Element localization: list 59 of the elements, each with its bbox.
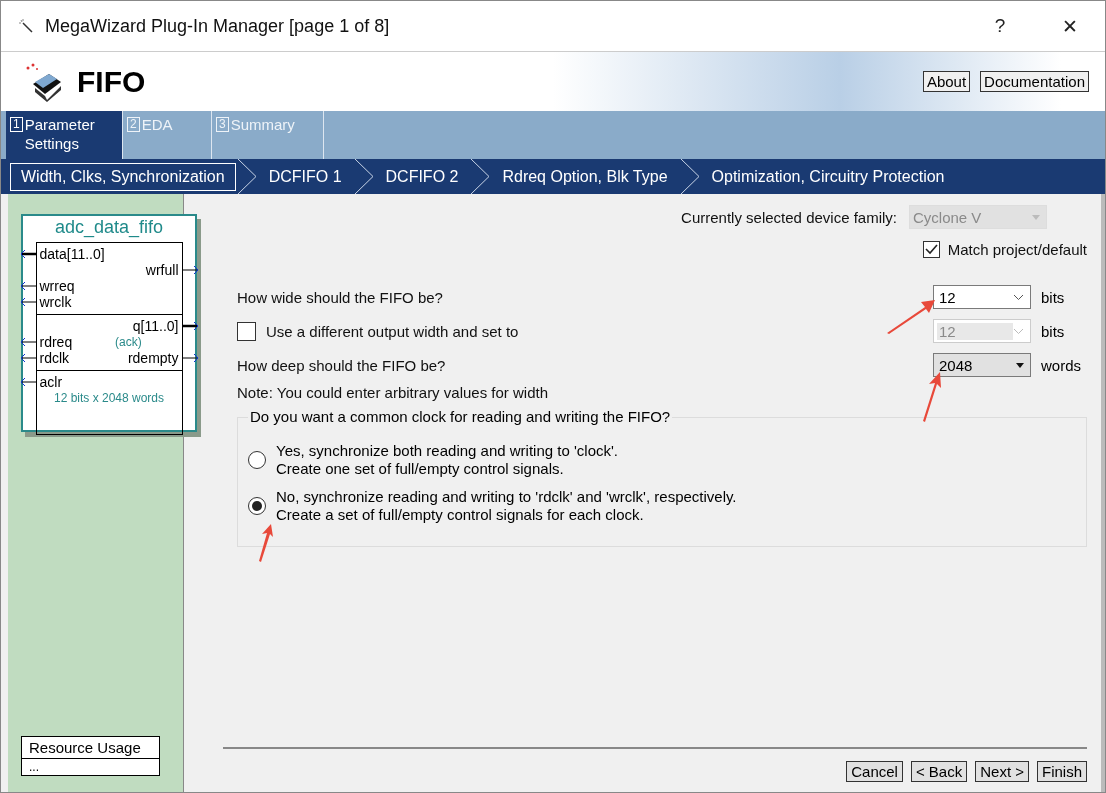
wizard-button[interactable]: Next >: [975, 761, 1029, 782]
field-label: How wide should the FIFO be?: [237, 288, 443, 306]
option-text: Yes, synchronize both reading and writing to 'clock'. Create one set of full/empty control signals.: [276, 442, 619, 478]
field-label: Use a different output width and set to: [266, 322, 519, 340]
help-button[interactable]: ?: [965, 1, 1035, 51]
close-button[interactable]: ✕: [1035, 1, 1105, 51]
checkbox[interactable]: [922, 240, 940, 258]
resource-usage-value: ...: [28, 759, 40, 775]
pin-label: aclr: [38, 374, 64, 390]
annotation-arrow: [885, 299, 937, 335]
magic-wand-icon: [19, 19, 33, 33]
chevron-right-icon: [678, 159, 701, 194]
pin-label: wrreq: [38, 278, 76, 294]
wizard-step[interactable]: DCFIFO 2: [374, 162, 470, 191]
window-title: MegaWizard Plug-In Manager [page 1 of 8]: [45, 15, 391, 37]
note-text: Note: You could enter arbitrary values for width: [237, 384, 549, 401]
pin-label: wrclk: [38, 294, 73, 310]
symbol-note: 12 bits x 2048 words: [52, 391, 166, 405]
wizard-step[interactable]: Optimization, Circuitry Protection: [700, 162, 956, 191]
chevron-right-icon: [235, 159, 258, 194]
unit-label: words: [1041, 356, 1082, 374]
pin-label: wrfull: [144, 262, 180, 278]
dropdown-field[interactable]: 2048: [933, 353, 1031, 377]
combo-field[interactable]: 12: [933, 285, 1031, 309]
unit-label: bits: [1041, 322, 1066, 340]
wizard-button[interactable]: < Back: [910, 761, 968, 782]
field-label: Currently selected device family:: [681, 208, 897, 226]
page-title: FIFO: [77, 64, 147, 99]
header-link[interactable]: About: [922, 71, 971, 92]
pin-label: q[11..0]: [131, 318, 180, 334]
tab[interactable]: 1 Parameter Settings: [6, 111, 123, 159]
pin-label: rdclk: [38, 350, 71, 366]
symbol-title: adc_data_fifo: [54, 217, 164, 238]
pin-label: rdreq: [38, 334, 74, 350]
check-icon: [924, 243, 938, 255]
pin-label: data[11..0]: [38, 246, 106, 262]
wizard-step[interactable]: DCFIFO 1: [257, 162, 353, 191]
radio-button[interactable]: [248, 497, 266, 515]
radio-button[interactable]: [248, 451, 266, 469]
chevron-down-icon: [1013, 293, 1024, 301]
caret-down-icon: [1032, 214, 1040, 220]
wizard-button[interactable]: Finish: [1037, 761, 1087, 782]
group-legend: Do you want a common clock for reading and writing the FIFO?: [248, 408, 673, 425]
caret-down-icon: [1016, 362, 1024, 368]
chevron-right-icon: [469, 159, 492, 194]
annotation-arrow: [921, 371, 943, 423]
resource-usage-title: Resource Usage: [22, 737, 159, 759]
chevron-right-icon: [352, 159, 375, 194]
wizard-step[interactable]: Rdreq Option, Blk Type: [491, 162, 679, 191]
field-label: How deep should the FIFO be?: [237, 356, 446, 374]
symbol-note: (ack): [114, 335, 143, 349]
wizard-step[interactable]: Width, Clks, Synchronization: [10, 162, 236, 191]
checkbox-label: Match project/default: [947, 240, 1087, 258]
header-link[interactable]: Documentation: [980, 71, 1089, 92]
wizard-button[interactable]: Cancel: [846, 761, 903, 782]
unit-label: bits: [1041, 288, 1066, 306]
option-text: No, synchronize reading and writing to 'rdclk' and 'wrclk', respectively. Create a set of full/empty control signals for each clock.: [276, 488, 737, 524]
pin-label: rdempty: [126, 350, 180, 366]
chevron-down-icon: [1013, 327, 1024, 335]
